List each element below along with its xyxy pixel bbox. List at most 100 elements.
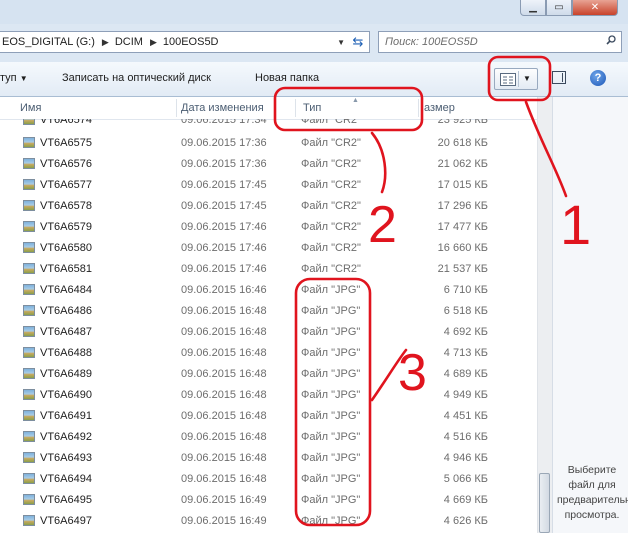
file-name: VT6A6494 bbox=[40, 473, 92, 485]
file-date: 09.06.2015 16:48 bbox=[181, 431, 267, 443]
file-row[interactable]: VT6A6492 09.06.2015 16:48 Файл "JPG" 4 516 … bbox=[0, 427, 540, 448]
file-name: VT6A6580 bbox=[40, 242, 92, 254]
minimize-button[interactable]: ▁ bbox=[520, 0, 546, 16]
file-row[interactable]: VT6A6574 09.06.2015 17:34 Файл "CR2" 23 925… bbox=[0, 119, 540, 133]
breadcrumb-arrow-icon[interactable]: ▶ bbox=[146, 37, 161, 48]
file-name: VT6A6493 bbox=[40, 452, 92, 464]
search-icon[interactable] bbox=[606, 35, 616, 45]
new-folder-button[interactable]: Новая папка bbox=[255, 72, 319, 84]
organize-label: туп bbox=[0, 72, 17, 84]
file-type: Файл "CR2" bbox=[301, 119, 361, 126]
search-input[interactable] bbox=[385, 35, 595, 49]
breadcrumb-dcim[interactable]: DCIM bbox=[113, 36, 146, 48]
image-file-icon bbox=[23, 263, 35, 274]
file-type: Файл "JPG" bbox=[301, 431, 361, 443]
file-type: Файл "CR2" bbox=[301, 221, 361, 233]
file-type: Файл "CR2" bbox=[301, 179, 361, 191]
file-size: 6 518 КБ bbox=[443, 305, 488, 317]
file-size: 5 066 КБ bbox=[443, 473, 488, 485]
file-type: Файл "JPG" bbox=[301, 368, 361, 380]
file-date: 09.06.2015 17:34 bbox=[181, 119, 267, 126]
file-size: 4 451 КБ bbox=[443, 410, 488, 422]
image-file-icon bbox=[23, 347, 35, 358]
file-row[interactable]: VT6A6487 09.06.2015 16:48 Файл "JPG" 4 692 … bbox=[0, 322, 540, 343]
file-type: Файл "CR2" bbox=[301, 200, 361, 212]
file-date: 09.06.2015 16:49 bbox=[181, 494, 267, 506]
column-header-size[interactable]: азмер bbox=[424, 97, 455, 119]
file-size: 4 692 КБ bbox=[443, 326, 488, 338]
breadcrumb-folder[interactable]: 100EOS5D bbox=[161, 36, 222, 48]
refresh-icon[interactable]: ⇆ bbox=[349, 34, 367, 50]
organize-button[interactable]: туп ▼ bbox=[0, 72, 28, 84]
sort-arrow-icon: ▲ bbox=[352, 97, 359, 104]
image-file-icon bbox=[23, 179, 35, 190]
maximize-button[interactable]: ▭ bbox=[546, 0, 572, 16]
view-dropdown-icon[interactable]: ▼ bbox=[523, 74, 531, 83]
column-header-type[interactable]: Тип bbox=[303, 97, 321, 119]
file-row[interactable]: VT6A6580 09.06.2015 17:46 Файл "CR2" 16 660… bbox=[0, 238, 540, 259]
file-date: 09.06.2015 16:48 bbox=[181, 389, 267, 401]
vertical-scrollbar[interactable] bbox=[537, 97, 552, 533]
file-size: 17 015 КБ bbox=[437, 179, 488, 191]
breadcrumb-arrow-icon[interactable]: ▶ bbox=[98, 37, 113, 48]
address-bar[interactable]: EOS_DIGITAL (G:) ▶ DCIM ▶ 100EOS5D ▼ ⇆ bbox=[0, 31, 370, 53]
file-row[interactable]: VT6A6577 09.06.2015 17:45 Файл "CR2" 17 015… bbox=[0, 175, 540, 196]
file-type: Файл "JPG" bbox=[301, 326, 361, 338]
file-row[interactable]: VT6A6579 09.06.2015 17:46 Файл "CR2" 17 477… bbox=[0, 217, 540, 238]
image-file-icon bbox=[23, 515, 35, 526]
burn-disc-button[interactable]: Записать на оптический диск bbox=[62, 72, 211, 84]
file-date: 09.06.2015 17:45 bbox=[181, 200, 267, 212]
file-row[interactable]: VT6A6484 09.06.2015 16:46 Файл "JPG" 6 710 … bbox=[0, 280, 540, 301]
address-dropdown-icon[interactable]: ▼ bbox=[337, 38, 345, 47]
preview-pane-toggle-icon[interactable] bbox=[552, 71, 566, 84]
file-date: 09.06.2015 16:49 bbox=[181, 515, 267, 527]
file-date: 09.06.2015 16:48 bbox=[181, 347, 267, 359]
change-view-button[interactable]: ▼ bbox=[494, 68, 538, 90]
scrollbar-thumb[interactable] bbox=[539, 473, 550, 533]
file-type: Файл "JPG" bbox=[301, 515, 361, 527]
column-header-name[interactable]: Имя bbox=[20, 97, 41, 119]
preview-pane: Выберите файл для предварительного просм… bbox=[552, 97, 628, 533]
search-box[interactable] bbox=[378, 31, 622, 53]
column-header-date[interactable]: Дата изменения bbox=[181, 97, 264, 119]
address-row: EOS_DIGITAL (G:) ▶ DCIM ▶ 100EOS5D ▼ ⇆ bbox=[0, 24, 628, 62]
column-divider[interactable] bbox=[295, 99, 296, 117]
command-bar: туп ▼ Записать на оптический диск Новая … bbox=[0, 62, 628, 97]
file-row[interactable]: VT6A6497 09.06.2015 16:49 Файл "JPG" 4 626 … bbox=[0, 511, 540, 532]
file-row[interactable]: VT6A6491 09.06.2015 16:48 Файл "JPG" 4 451 … bbox=[0, 406, 540, 427]
file-date: 09.06.2015 17:36 bbox=[181, 158, 267, 170]
breadcrumb-drive[interactable]: EOS_DIGITAL (G:) bbox=[0, 36, 98, 48]
file-row[interactable]: VT6A6489 09.06.2015 16:48 Файл "JPG" 4 689 … bbox=[0, 364, 540, 385]
file-size: 21 537 КБ bbox=[437, 263, 488, 275]
file-name: VT6A6497 bbox=[40, 515, 92, 527]
file-name: VT6A6484 bbox=[40, 284, 92, 296]
file-size: 17 477 КБ bbox=[437, 221, 488, 233]
image-file-icon bbox=[23, 389, 35, 400]
file-type: Файл "JPG" bbox=[301, 389, 361, 401]
file-size: 4 949 КБ bbox=[443, 389, 488, 401]
close-button[interactable]: ✕ bbox=[572, 0, 618, 16]
file-row[interactable]: VT6A6575 09.06.2015 17:36 Файл "CR2" 20 618… bbox=[0, 133, 540, 154]
image-file-icon bbox=[23, 326, 35, 337]
file-row[interactable]: VT6A6493 09.06.2015 16:48 Файл "JPG" 4 946 … bbox=[0, 448, 540, 469]
image-file-icon bbox=[23, 119, 35, 125]
file-size: 23 925 КБ bbox=[437, 119, 488, 126]
file-list: VT6A6574 09.06.2015 17:34 Файл "CR2" 23 925… bbox=[0, 119, 540, 532]
file-name: VT6A6579 bbox=[40, 221, 92, 233]
column-divider[interactable] bbox=[176, 99, 177, 117]
help-icon[interactable]: ? bbox=[590, 70, 606, 86]
file-row[interactable]: VT6A6494 09.06.2015 16:48 Файл "JPG" 5 066 … bbox=[0, 469, 540, 490]
file-row[interactable]: VT6A6576 09.06.2015 17:36 Файл "CR2" 21 062… bbox=[0, 154, 540, 175]
file-row[interactable]: VT6A6578 09.06.2015 17:45 Файл "CR2" 17 296… bbox=[0, 196, 540, 217]
file-name: VT6A6488 bbox=[40, 347, 92, 359]
file-row[interactable]: VT6A6581 09.06.2015 17:46 Файл "CR2" 21 537… bbox=[0, 259, 540, 280]
file-row[interactable]: VT6A6486 09.06.2015 16:48 Файл "JPG" 6 518 … bbox=[0, 301, 540, 322]
file-row[interactable]: VT6A6488 09.06.2015 16:48 Файл "JPG" 4 713 … bbox=[0, 343, 540, 364]
column-divider[interactable] bbox=[418, 99, 419, 117]
file-type: Файл "CR2" bbox=[301, 137, 361, 149]
chevron-down-icon: ▼ bbox=[19, 74, 28, 83]
file-row[interactable]: VT6A6495 09.06.2015 16:49 Файл "JPG" 4 669 … bbox=[0, 490, 540, 511]
file-row[interactable]: VT6A6490 09.06.2015 16:48 Файл "JPG" 4 949 … bbox=[0, 385, 540, 406]
file-type: Файл "JPG" bbox=[301, 347, 361, 359]
file-date: 09.06.2015 16:48 bbox=[181, 452, 267, 464]
